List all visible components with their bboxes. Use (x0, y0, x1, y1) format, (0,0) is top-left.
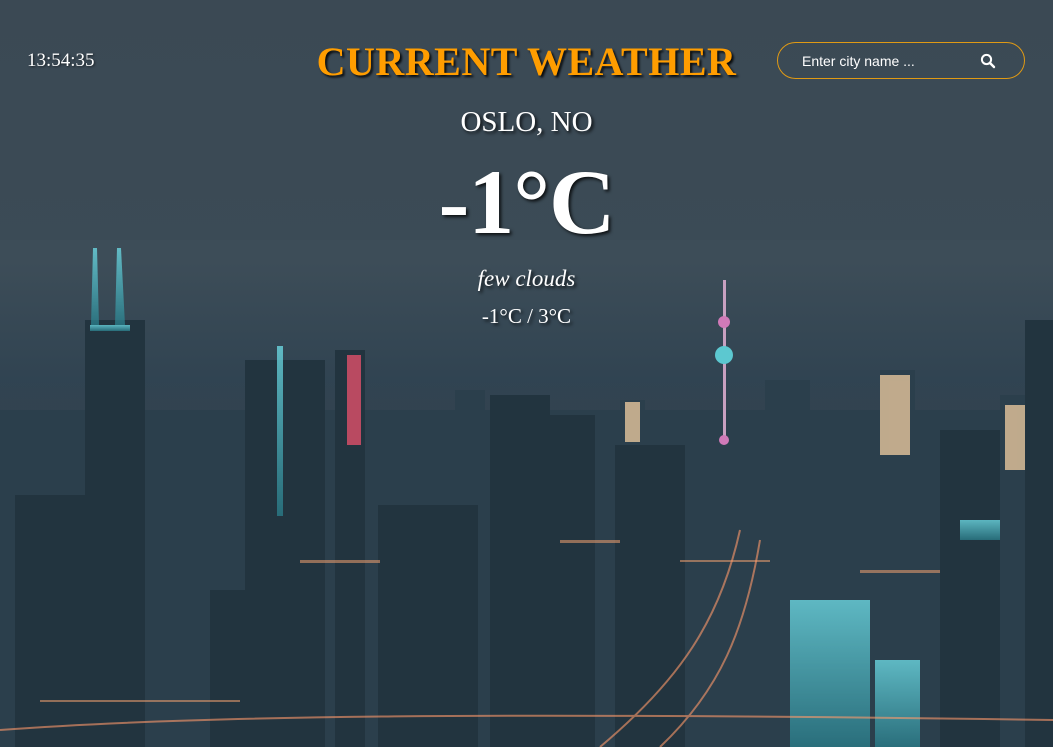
search-box (777, 42, 1025, 79)
clock-time: 13:54:35 (27, 50, 95, 71)
city-search-input[interactable] (802, 49, 982, 73)
weather-temperature: -1°C (438, 151, 616, 253)
weather-location: OSLO, NO (460, 106, 593, 138)
search-icon[interactable] (980, 53, 996, 69)
weather-description: few clouds (477, 266, 576, 291)
page-title: CURRENT WEATHER (316, 39, 737, 84)
weather-temp-range: -1°C / 3°C (481, 304, 572, 328)
